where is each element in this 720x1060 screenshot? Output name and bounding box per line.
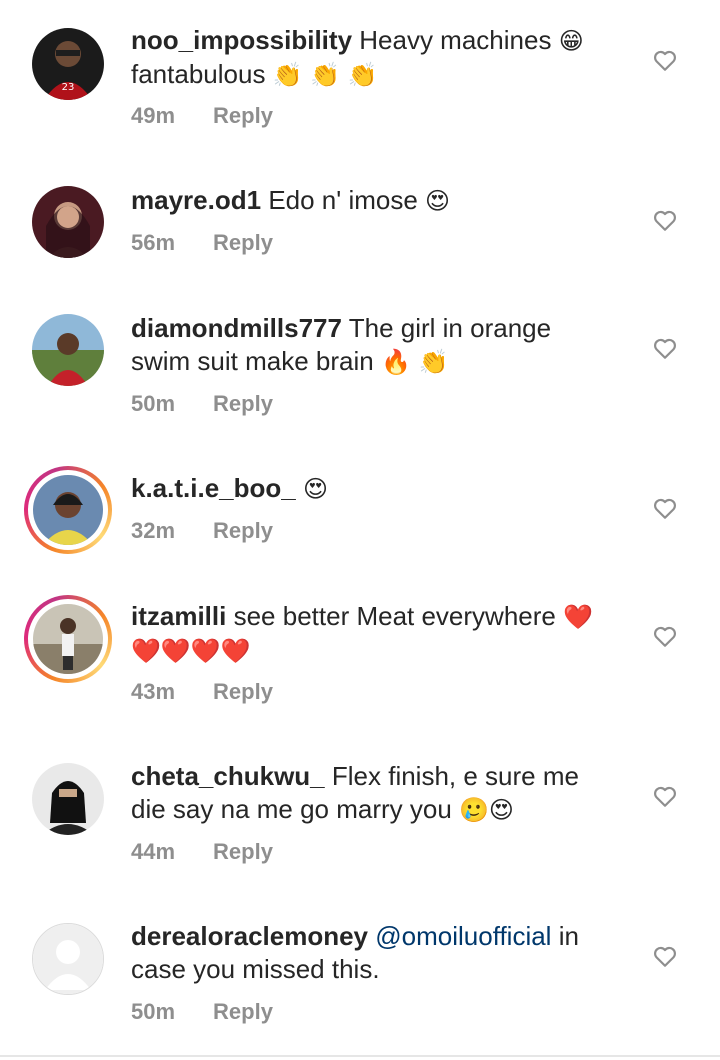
emoji: ❤️❤️❤️❤️ bbox=[131, 637, 251, 665]
avatar-with-story-ring[interactable] bbox=[24, 595, 112, 683]
emoji: 😁 bbox=[558, 27, 584, 55]
emoji: 👏 👏 👏 bbox=[272, 61, 378, 89]
reply-button[interactable]: Reply bbox=[213, 230, 273, 255]
emoji: 😍 bbox=[302, 475, 328, 503]
reply-button[interactable]: Reply bbox=[213, 839, 273, 864]
comment-body-line2: swim suit make brain bbox=[131, 346, 374, 376]
reply-button[interactable]: Reply bbox=[213, 391, 273, 416]
avatar-image bbox=[32, 763, 104, 835]
avatar-image: 23 bbox=[32, 28, 104, 100]
divider bbox=[0, 1055, 720, 1057]
comment-time: 32m bbox=[131, 518, 176, 543]
comment-text: diamondmills777 The girl in orange swim … bbox=[131, 312, 626, 379]
comment-username[interactable]: mayre.od1 bbox=[131, 185, 261, 215]
comment-meta: 50m Reply bbox=[131, 999, 273, 1025]
comment-text: mayre.od1 Edo n' imose 😍 bbox=[131, 184, 626, 218]
comment-username[interactable]: noo_impossibility bbox=[131, 25, 352, 55]
emoji: 🔥 👏 bbox=[380, 348, 449, 376]
comment-text: cheta_chukwu_ Flex finish, e sure me die… bbox=[131, 760, 626, 827]
svg-text:23: 23 bbox=[62, 82, 75, 93]
comment-meta: 49m Reply bbox=[131, 103, 273, 129]
comment-text: noo_impossibility Heavy machines 😁 fanta… bbox=[131, 24, 626, 92]
comment-body-line2: die say na me go marry you bbox=[131, 794, 452, 824]
comment-meta: 32m Reply bbox=[131, 518, 273, 544]
comment-meta: 43m Reply bbox=[131, 679, 273, 705]
comment-username[interactable]: derealoraclemoney bbox=[131, 921, 368, 951]
comment-time: 50m bbox=[131, 999, 176, 1024]
reply-button[interactable]: Reply bbox=[213, 518, 273, 543]
comment-body-line2: case you missed this. bbox=[131, 954, 380, 984]
comment-time: 50m bbox=[131, 391, 176, 416]
avatar[interactable] bbox=[24, 915, 112, 1003]
reply-button[interactable]: Reply bbox=[213, 679, 273, 704]
comment-body-line2: fantabulous bbox=[131, 59, 266, 89]
avatar-with-story-ring[interactable] bbox=[24, 466, 112, 554]
comment-body: see better Meat everywhere bbox=[233, 601, 556, 631]
reply-button[interactable]: Reply bbox=[213, 103, 273, 128]
avatar-image bbox=[32, 314, 104, 386]
comment-username[interactable]: cheta_chukwu_ bbox=[131, 761, 325, 791]
comment-username[interactable]: k.a.t.i.e_boo_ bbox=[131, 473, 296, 503]
heart-outline-icon[interactable] bbox=[652, 207, 678, 233]
comment-time: 56m bbox=[131, 230, 176, 255]
avatar[interactable]: 23 bbox=[24, 20, 112, 108]
avatar-image bbox=[33, 604, 103, 674]
comment-meta: 56m Reply bbox=[131, 230, 273, 256]
comment-body: Flex finish, e sure me bbox=[331, 761, 579, 791]
heart-outline-icon[interactable] bbox=[652, 783, 678, 809]
emoji: 🥲😍 bbox=[459, 796, 514, 824]
reply-button[interactable]: Reply bbox=[213, 999, 273, 1024]
comment-text: k.a.t.i.e_boo_ 😍 bbox=[131, 472, 626, 506]
heart-outline-icon[interactable] bbox=[652, 623, 678, 649]
comment-time: 44m bbox=[131, 839, 176, 864]
heart-outline-icon[interactable] bbox=[652, 495, 678, 521]
mention-link[interactable]: @omoiluofficial bbox=[375, 921, 551, 951]
default-avatar-icon bbox=[32, 923, 104, 995]
comment-meta: 44m Reply bbox=[131, 839, 273, 865]
heart-outline-icon[interactable] bbox=[652, 335, 678, 361]
comment-time: 49m bbox=[131, 103, 176, 128]
comment-text: derealoraclemoney @omoiluofficial in cas… bbox=[131, 920, 626, 986]
avatar[interactable] bbox=[24, 178, 112, 266]
avatar-image bbox=[33, 475, 103, 545]
avatar[interactable] bbox=[24, 755, 112, 843]
comment-username[interactable]: itzamilli bbox=[131, 601, 226, 631]
comment-body: Heavy machines bbox=[359, 25, 552, 55]
avatar-image bbox=[32, 186, 104, 258]
comment-meta: 50m Reply bbox=[131, 391, 273, 417]
comment-body: Edo n' imose bbox=[268, 185, 418, 215]
emoji: 😍 bbox=[425, 187, 451, 215]
comment-body: in bbox=[558, 921, 579, 951]
comment-text: itzamilli see better Meat everywhere ❤️ … bbox=[131, 600, 626, 668]
heart-outline-icon[interactable] bbox=[652, 47, 678, 73]
comment-body: The girl in orange bbox=[348, 313, 552, 343]
comment-username[interactable]: diamondmills777 bbox=[131, 313, 342, 343]
emoji: ❤️ bbox=[563, 603, 593, 631]
heart-outline-icon[interactable] bbox=[652, 943, 678, 969]
comment-time: 43m bbox=[131, 679, 176, 704]
avatar[interactable] bbox=[24, 306, 112, 394]
